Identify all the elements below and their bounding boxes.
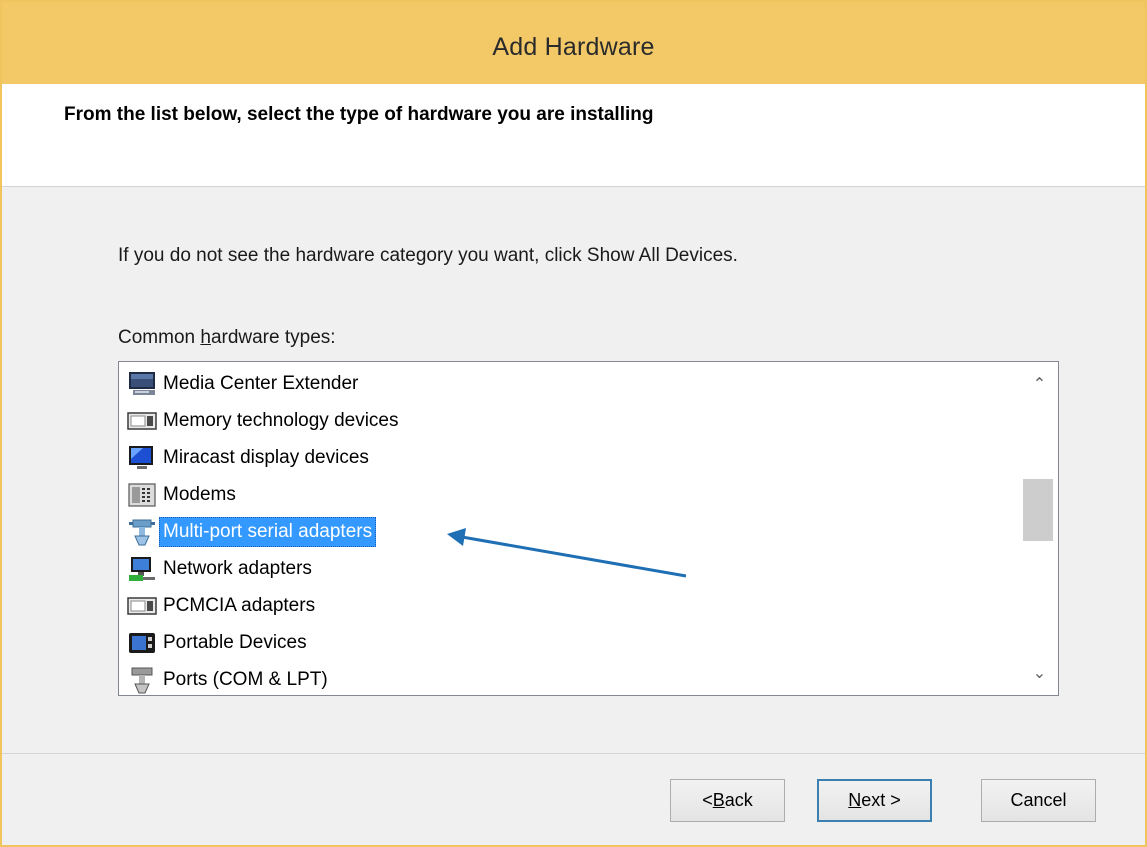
memory-device-icon	[127, 407, 157, 435]
display-icon	[127, 444, 157, 472]
scroll-down-arrow-icon[interactable]: ⌄	[1021, 655, 1058, 691]
label-accelerator: h	[200, 327, 211, 348]
next-button[interactable]: Next >	[817, 779, 932, 822]
instruction-text: If you do not see the hardware category …	[118, 245, 738, 266]
list-item-label: Multi-port serial adapters	[159, 516, 377, 547]
list-item[interactable]: Miracast display devices	[127, 439, 1018, 476]
label-part: Common	[118, 327, 201, 348]
cancel-button[interactable]: Cancel	[981, 779, 1096, 822]
list-item[interactable]: PCMCIA adapters	[127, 587, 1018, 624]
scroll-thumb[interactable]	[1023, 479, 1053, 541]
list-item-label: Modems	[163, 483, 236, 505]
list-item[interactable]: Portable Devices	[127, 624, 1018, 661]
label-part: ardware types:	[210, 327, 336, 348]
button-accelerator: B	[712, 790, 725, 810]
modem-icon	[127, 481, 157, 509]
hardware-types-listbox[interactable]: Media Center Extender Memory technology …	[118, 361, 1059, 696]
window-title: Add Hardware	[492, 32, 655, 61]
vertical-scrollbar[interactable]: ⌃ ⌄	[1021, 362, 1058, 695]
media-center-icon	[127, 370, 157, 398]
hardware-types-list: Media Center Extender Memory technology …	[127, 365, 1018, 695]
list-item[interactable]: Modems	[127, 476, 1018, 513]
button-text: ext >	[861, 790, 901, 810]
hardware-types-label: Common hardware types:	[118, 327, 336, 349]
button-accelerator: N	[848, 790, 862, 810]
list-item[interactable]: Memory technology devices	[127, 402, 1018, 439]
add-hardware-window: Add Hardware From the list below, select…	[0, 0, 1147, 847]
button-text: ack	[724, 790, 753, 810]
list-item-label: PCMCIA adapters	[163, 594, 316, 616]
title-bar[interactable]: Add Hardware	[2, 2, 1145, 84]
footer-divider	[2, 753, 1145, 754]
list-item[interactable]: Network adapters	[127, 550, 1018, 587]
list-item-selected[interactable]: Multi-port serial adapters	[127, 513, 1018, 550]
button-text: <	[702, 790, 713, 810]
scroll-up-arrow-icon[interactable]: ⌃	[1021, 366, 1058, 402]
pcmcia-icon	[127, 592, 157, 620]
back-button[interactable]: < Back	[670, 779, 785, 822]
wizard-heading: From the list below, select the type of …	[64, 104, 654, 125]
list-item-label: Ports (COM & LPT)	[163, 668, 328, 690]
serial-adapter-icon	[127, 518, 157, 546]
list-item-label: Miracast display devices	[163, 446, 369, 468]
list-item[interactable]: Ports (COM & LPT)	[127, 661, 1018, 695]
list-item-label: Media Center Extender	[163, 372, 359, 394]
wizard-header: From the list below, select the type of …	[2, 84, 1145, 187]
list-item[interactable]: Media Center Extender	[127, 365, 1018, 402]
list-item-label: Memory technology devices	[163, 409, 399, 431]
port-icon	[127, 666, 157, 694]
portable-device-icon	[127, 629, 157, 657]
network-adapter-icon	[127, 555, 157, 583]
list-item-label: Portable Devices	[163, 631, 307, 653]
list-item-label: Network adapters	[163, 557, 312, 579]
